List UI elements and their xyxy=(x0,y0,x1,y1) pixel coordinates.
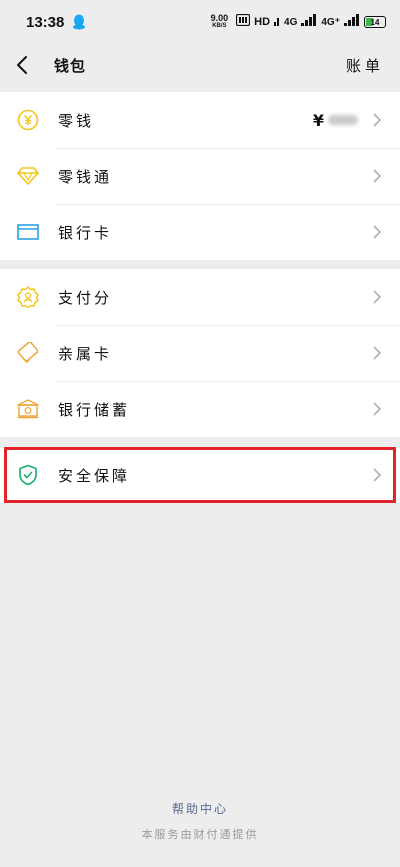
nfc-icon xyxy=(236,13,251,31)
service-provider-note: 本服务由财付通提供 xyxy=(141,828,259,841)
wallet-group-2: 支付分 亲属卡 银行储蓄 xyxy=(0,269,400,437)
chevron-right-icon xyxy=(373,346,382,360)
battery-icon: 14 xyxy=(364,16,386,28)
back-button[interactable] xyxy=(16,50,40,80)
row-label: 零钱 xyxy=(58,111,95,130)
row-label: 亲属卡 xyxy=(58,344,113,363)
signal-2-label: 4G⁺ xyxy=(321,16,340,28)
chevron-right-icon xyxy=(373,290,382,304)
row-bank-savings[interactable]: 银行储蓄 xyxy=(0,381,400,437)
status-bar: 13:38 9.00 KB/S HD 4G 4G⁺ 14 xyxy=(0,0,400,44)
page-title: 钱包 xyxy=(54,56,87,75)
family-card-icon xyxy=(16,341,40,365)
help-center-link[interactable]: 帮助中心 xyxy=(0,800,400,817)
diamond-icon xyxy=(16,164,40,188)
nav-bar: 钱包 账单 xyxy=(0,44,400,86)
chevron-right-icon xyxy=(373,225,382,239)
balance-value: ¥ xyxy=(313,111,358,130)
chevron-right-icon xyxy=(373,169,382,183)
chevron-left-icon xyxy=(17,56,27,74)
signal-bars-2-icon xyxy=(344,13,360,31)
wallet-page: 13:38 9.00 KB/S HD 4G 4G⁺ 14 钱包 账单 零钱 ¥ … xyxy=(0,0,400,867)
row-label: 银行储蓄 xyxy=(58,400,131,419)
status-indicators: 9.00 KB/S HD 4G 4G⁺ 14 xyxy=(211,13,386,31)
signal-icon xyxy=(274,13,280,31)
row-bank-card[interactable]: 银行卡 xyxy=(0,204,400,260)
wallet-group-3: 安全保障 xyxy=(0,447,400,503)
chevron-right-icon xyxy=(373,402,382,416)
row-payment-score[interactable]: 支付分 xyxy=(0,269,400,325)
row-label: 安全保障 xyxy=(58,466,131,485)
signal-bars-1-icon xyxy=(301,13,317,31)
badge-icon xyxy=(16,285,40,309)
row-security[interactable]: 安全保障 xyxy=(0,447,400,503)
bank-deposit-icon xyxy=(16,397,40,421)
shield-check-icon xyxy=(16,463,40,487)
hidden-balance xyxy=(328,115,358,125)
signal-1-label: 4G xyxy=(284,16,298,28)
wallet-group-1: 零钱 ¥ 零钱通 银行卡 xyxy=(0,92,400,260)
yuan-coin-icon xyxy=(16,108,40,132)
chevron-right-icon xyxy=(373,113,382,127)
hd-indicator: HD xyxy=(254,16,271,28)
row-label: 支付分 xyxy=(58,288,113,307)
card-icon xyxy=(16,220,40,244)
status-time: 13:38 xyxy=(26,13,65,31)
net-speed: 9.00 KB/S xyxy=(210,13,229,30)
row-family-card[interactable]: 亲属卡 xyxy=(0,325,400,381)
row-change[interactable]: 零钱 ¥ xyxy=(0,92,400,148)
chevron-right-icon xyxy=(373,468,382,482)
qq-icon xyxy=(72,14,86,30)
row-lingqiantong[interactable]: 零钱通 xyxy=(0,148,400,204)
row-label: 零钱通 xyxy=(58,167,113,186)
row-label: 银行卡 xyxy=(58,223,113,242)
bills-link[interactable]: 账单 xyxy=(346,55,384,76)
